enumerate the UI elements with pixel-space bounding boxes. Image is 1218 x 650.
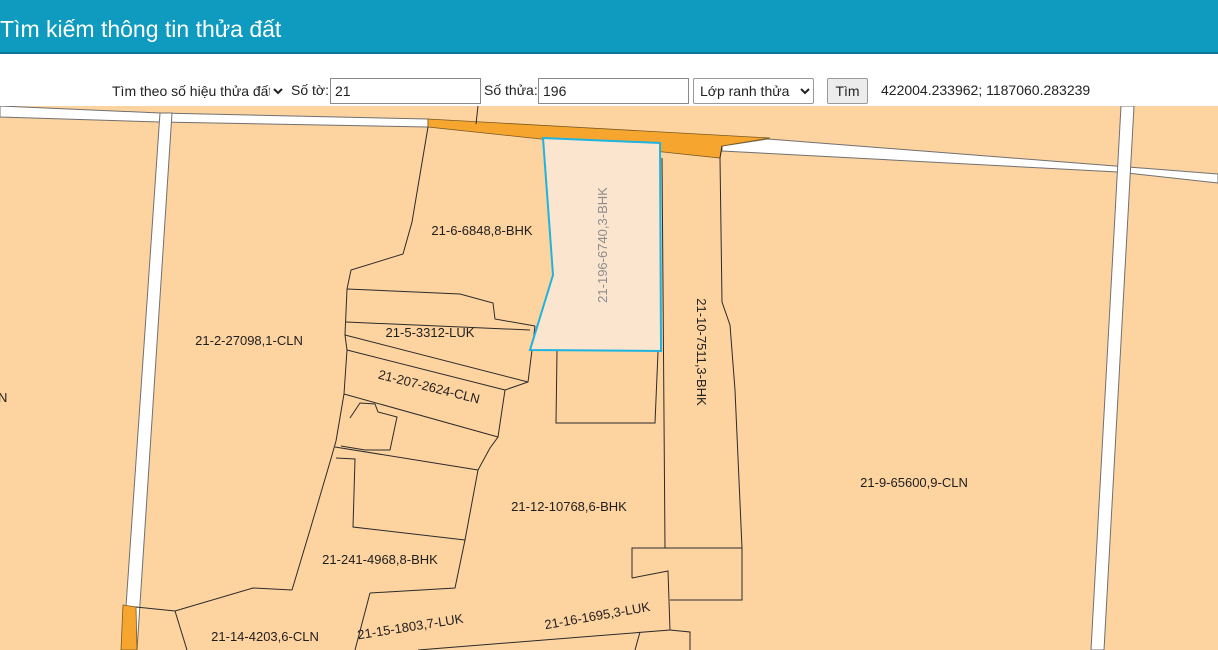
- parcel-label-21-5: 21-5-3312-LUK: [386, 325, 475, 340]
- parcel-label-21-2: 21-2-27098,1-CLN: [195, 333, 303, 348]
- parcel-number-input[interactable]: [538, 78, 689, 104]
- parcel-label-21-10: 21-10-7511,3-BHK: [694, 298, 709, 406]
- parcel-label-21-14: 21-14-4203,6-CLN: [211, 629, 319, 644]
- coordinates-readout: 422004.233962; 1187060.283239: [881, 82, 1091, 98]
- search-toolbar: Tìm theo số hiệu thửa đất Số tờ: Số thửa…: [0, 56, 1218, 106]
- sheet-label: Số tờ:: [291, 82, 329, 98]
- layer-select[interactable]: Lớp ranh thửa: [693, 78, 814, 104]
- search-mode-select[interactable]: Tìm theo số hiệu thửa đất: [108, 78, 286, 104]
- sheet-number-input[interactable]: [330, 78, 481, 104]
- map-view[interactable]: 21-6-6848,8-BHK 21-196-6740,3-BHK 21-5-3…: [0, 106, 1218, 650]
- search-button[interactable]: Tìm: [827, 78, 868, 104]
- parcel-label: Số thửa:: [484, 82, 538, 98]
- map-canvas[interactable]: 21-6-6848,8-BHK 21-196-6740,3-BHK 21-5-3…: [0, 106, 1218, 650]
- parcel-label-21-241: 21-241-4968,8-BHK: [322, 552, 438, 567]
- parcel-label-21-9: 21-9-65600,9-CLN: [860, 475, 968, 490]
- page-title: Tìm kiếm thông tin thửa đất: [0, 16, 282, 42]
- parcel-label-21-12: 21-12-10768,6-BHK: [511, 499, 627, 514]
- parcel-label-21-196: 21-196-6740,3-BHK: [595, 187, 610, 303]
- parcel-label-21-6: 21-6-6848,8-BHK: [431, 223, 532, 238]
- parcel-label-edge: N: [0, 390, 7, 405]
- app-header: Tìm kiếm thông tin thửa đất: [0, 0, 1218, 54]
